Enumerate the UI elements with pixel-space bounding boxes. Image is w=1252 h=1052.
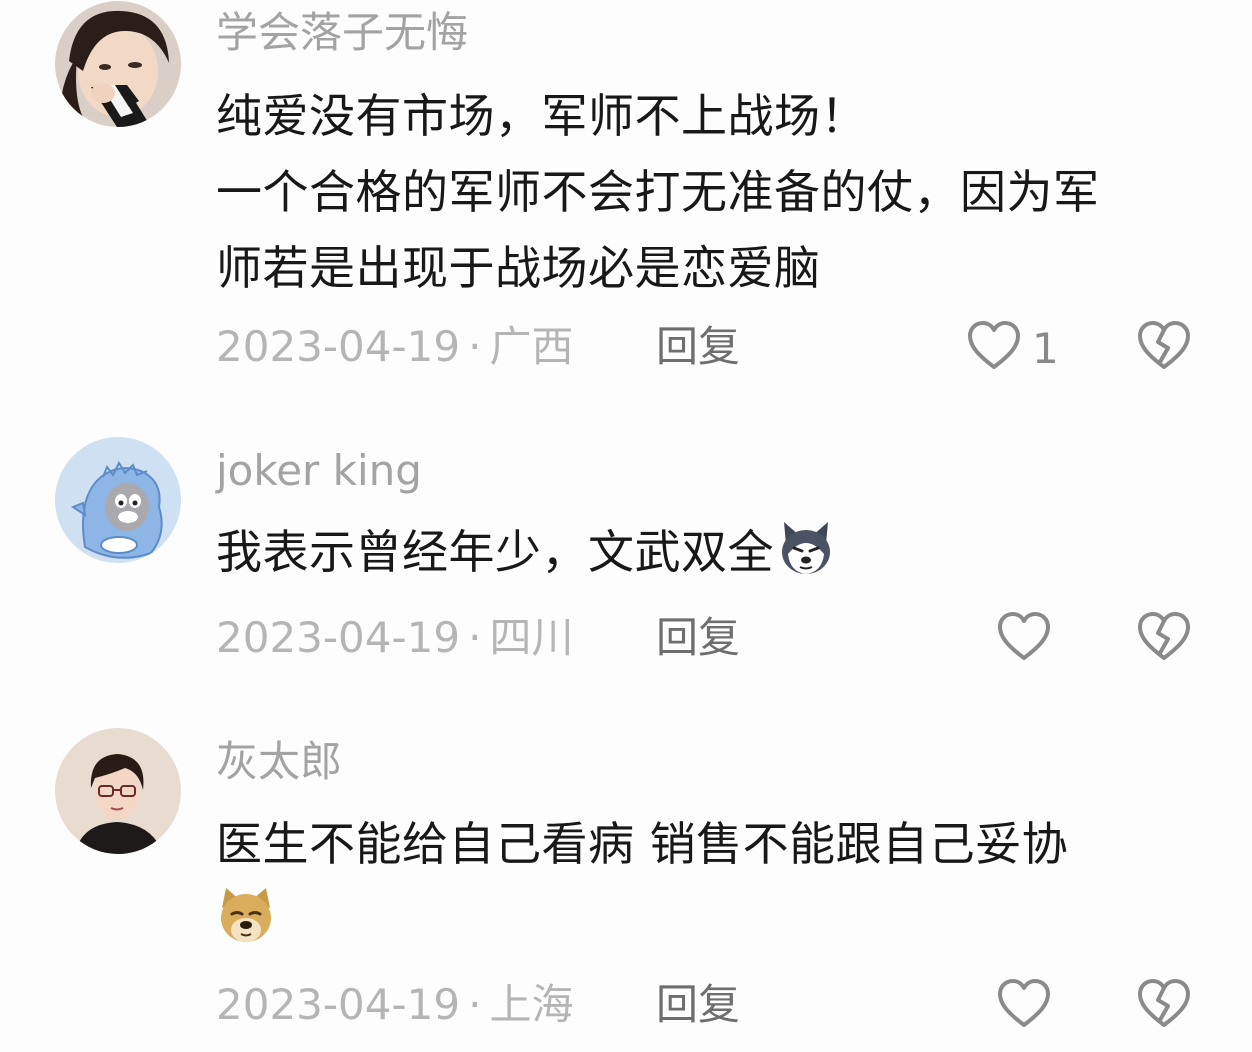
heart-icon — [998, 979, 1050, 1027]
like-count: 1 — [1032, 324, 1059, 373]
broken-heart-icon — [1138, 612, 1190, 660]
comment-text: 我表示曾经年少，文武双全 — [216, 514, 1226, 590]
reply-button[interactable]: 回复 — [656, 326, 740, 368]
comment-meta: 2023-04-19 · 上海 — [216, 984, 573, 1026]
comment-date: 2023-04-19 — [216, 613, 461, 662]
heart-icon — [998, 612, 1050, 660]
separator-dot: · — [468, 980, 482, 1029]
comment-line: 医生不能给自己看病 销售不能跟自己妥协 — [216, 817, 1069, 871]
avatar[interactable] — [55, 728, 181, 854]
comment-meta: 2023-04-19 · 广西 — [216, 326, 573, 368]
husky-dog-emoji-icon — [776, 518, 836, 578]
comment-location: 广西 — [489, 322, 574, 371]
comment-date: 2023-04-19 — [216, 980, 461, 1029]
dislike-button[interactable] — [1136, 611, 1192, 663]
comment-text: 纯爱没有市场，军师不上战场！ 一个合格的军师不会打无准备的仗，因为军 师若是出现… — [216, 78, 1226, 306]
comment-line: 一个合格的军师不会打无准备的仗，因为军 — [216, 165, 1100, 219]
reply-button[interactable]: 回复 — [656, 617, 740, 659]
reply-button[interactable]: 回复 — [656, 984, 740, 1026]
broken-heart-icon — [1138, 979, 1190, 1027]
separator-dot: · — [468, 322, 482, 371]
like-button[interactable] — [966, 320, 1022, 372]
comment-location: 四川 — [489, 613, 574, 662]
broken-heart-icon — [1138, 321, 1190, 369]
username[interactable]: joker king — [216, 450, 422, 492]
comment-text: 医生不能给自己看病 销售不能跟自己妥协 — [216, 806, 1226, 958]
like-button[interactable] — [996, 611, 1052, 663]
like-button[interactable] — [996, 978, 1052, 1030]
boy-with-glasses-avatar — [55, 728, 181, 854]
comment-meta: 2023-04-19 · 四川 — [216, 617, 573, 659]
dislike-button[interactable] — [1136, 320, 1192, 372]
username[interactable]: 学会落子无悔 — [216, 12, 468, 54]
comment-line: 师若是出现于战场必是恋爱脑 — [216, 241, 821, 295]
separator-dot: · — [468, 613, 482, 662]
comment-line — [216, 882, 1226, 958]
avatar[interactable] — [55, 437, 181, 563]
avatar[interactable] — [55, 1, 181, 127]
girl-portrait-avatar — [55, 1, 181, 127]
tom-cat-dino-avatar — [55, 437, 181, 563]
heart-icon — [968, 321, 1020, 369]
comment-date: 2023-04-19 — [216, 322, 461, 371]
comment-location: 上海 — [489, 980, 574, 1029]
doge-emoji-icon — [216, 886, 276, 946]
comment-line: 我表示曾经年少，文武双全 — [216, 514, 1226, 590]
dislike-button[interactable] — [1136, 978, 1192, 1030]
comment-line: 纯爱没有市场，军师不上战场！ — [216, 89, 867, 143]
comment-line-text: 我表示曾经年少，文武双全 — [216, 525, 774, 579]
username[interactable]: 灰太郎 — [216, 741, 342, 783]
